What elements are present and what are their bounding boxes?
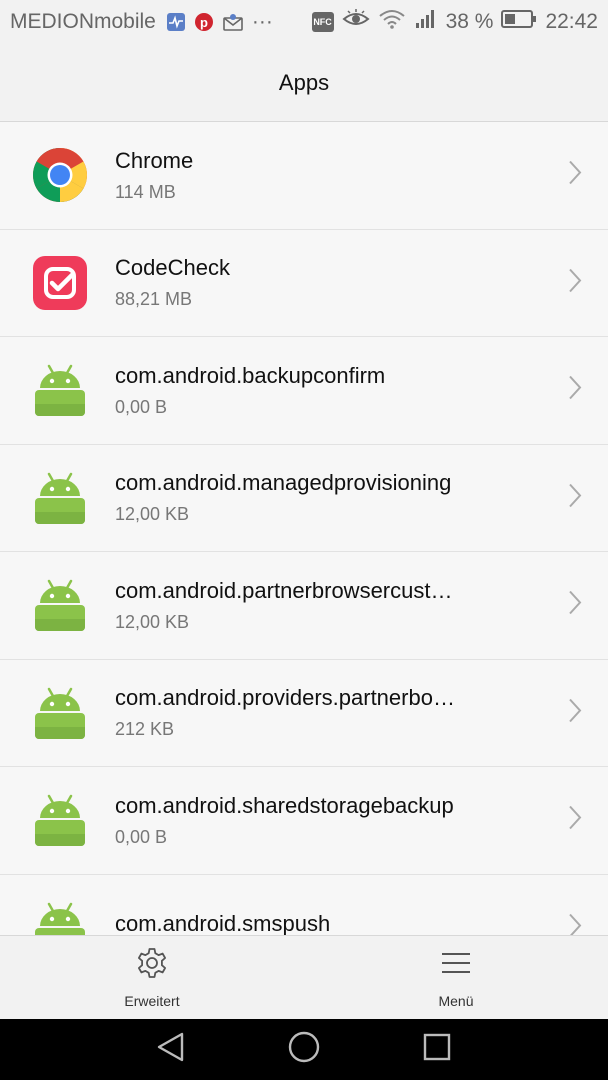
chevron-right-icon	[568, 805, 582, 836]
app-name: com.android.smspush	[115, 910, 331, 935]
android-icon	[32, 470, 88, 526]
bottom-action-bar: Erweitert Menü	[0, 935, 608, 1019]
list-item-backupconfirm[interactable]: com.android.backupconfirm 0,00 B	[0, 337, 608, 445]
gear-icon	[135, 946, 169, 985]
chevron-right-icon	[568, 482, 582, 513]
menu-label: Menü	[438, 993, 474, 1009]
app-list[interactable]: Chrome 114 MB CodeCheck 88,21 MB com.and…	[0, 122, 608, 935]
pinterest-icon: p	[194, 12, 214, 32]
android-icon	[32, 792, 88, 848]
menu-button[interactable]: Menü	[304, 936, 608, 1019]
list-item-sharedstoragebackup[interactable]: com.android.sharedstoragebackup 0,00 B	[0, 767, 608, 875]
chevron-right-icon	[568, 912, 582, 935]
erweitert-button[interactable]: Erweitert	[0, 936, 304, 1019]
clock: 22:42	[545, 10, 598, 33]
recents-icon[interactable]	[422, 1032, 452, 1067]
home-icon[interactable]	[287, 1030, 321, 1069]
erweitert-label: Erweitert	[124, 993, 180, 1009]
back-icon[interactable]	[156, 1031, 186, 1068]
status-bar: MEDIONmobile p ··· NFC 38 % 22:42	[0, 0, 608, 44]
chevron-right-icon	[568, 375, 582, 406]
chrome-icon	[32, 147, 88, 203]
codecheck-icon	[32, 255, 88, 311]
chevron-right-icon	[568, 590, 582, 621]
list-item-smspush[interactable]: com.android.smspush	[0, 875, 608, 935]
list-item-managedprovisioning[interactable]: com.android.managedprovisioning 12,00 KB	[0, 445, 608, 552]
eye-icon	[341, 9, 370, 35]
app-size: 12,00 KB	[115, 504, 190, 525]
chevron-right-icon	[568, 160, 582, 191]
page-title: Apps	[278, 69, 330, 95]
battery-percent: 38 %	[445, 10, 494, 33]
app-name: com.android.providers.partnerbo…	[115, 685, 455, 711]
mail-icon	[222, 12, 244, 32]
android-icon	[32, 577, 88, 633]
nfc-icon: NFC	[311, 12, 334, 32]
app-name: com.android.partnerbrowsercust…	[115, 577, 453, 603]
list-item-partnerbrowsercust[interactable]: com.android.partnerbrowsercust… 12,00 KB	[0, 552, 608, 660]
battery-icon	[501, 9, 537, 35]
android-icon	[32, 685, 88, 741]
title-bar: Apps	[0, 44, 608, 122]
app-size: 212 KB	[115, 719, 175, 740]
android-icon	[32, 362, 88, 418]
app-name: com.android.sharedstoragebackup	[115, 792, 454, 818]
chevron-right-icon	[568, 267, 582, 298]
app-name: com.android.managedprovisioning	[115, 470, 452, 496]
app-size: 12,00 KB	[115, 611, 190, 632]
list-item-codecheck[interactable]: CodeCheck 88,21 MB	[0, 230, 608, 337]
system-navigation-bar	[0, 1019, 608, 1080]
list-item-providers-partnerbo[interactable]: com.android.providers.partnerbo… 212 KB	[0, 660, 608, 767]
app-name: com.android.backupconfirm	[115, 362, 386, 388]
app-name: Chrome	[115, 147, 194, 173]
app-size: 0,00 B	[115, 826, 168, 847]
app-size: 114 MB	[115, 181, 176, 202]
android-icon	[32, 900, 88, 935]
svg-text:p: p	[200, 15, 208, 30]
hamburger-menu-icon	[439, 946, 473, 985]
more-dots-icon: ···	[251, 10, 273, 33]
app-size: 88,21 MB	[115, 289, 193, 310]
signal-icon	[414, 9, 438, 35]
app-size: 0,00 B	[115, 396, 168, 417]
carrier-name: MEDIONmobile	[10, 10, 156, 33]
health-icon	[166, 12, 186, 32]
list-item-chrome[interactable]: Chrome 114 MB	[0, 122, 608, 230]
wifi-icon	[378, 9, 406, 35]
app-name: CodeCheck	[115, 255, 230, 281]
chevron-right-icon	[568, 697, 582, 728]
